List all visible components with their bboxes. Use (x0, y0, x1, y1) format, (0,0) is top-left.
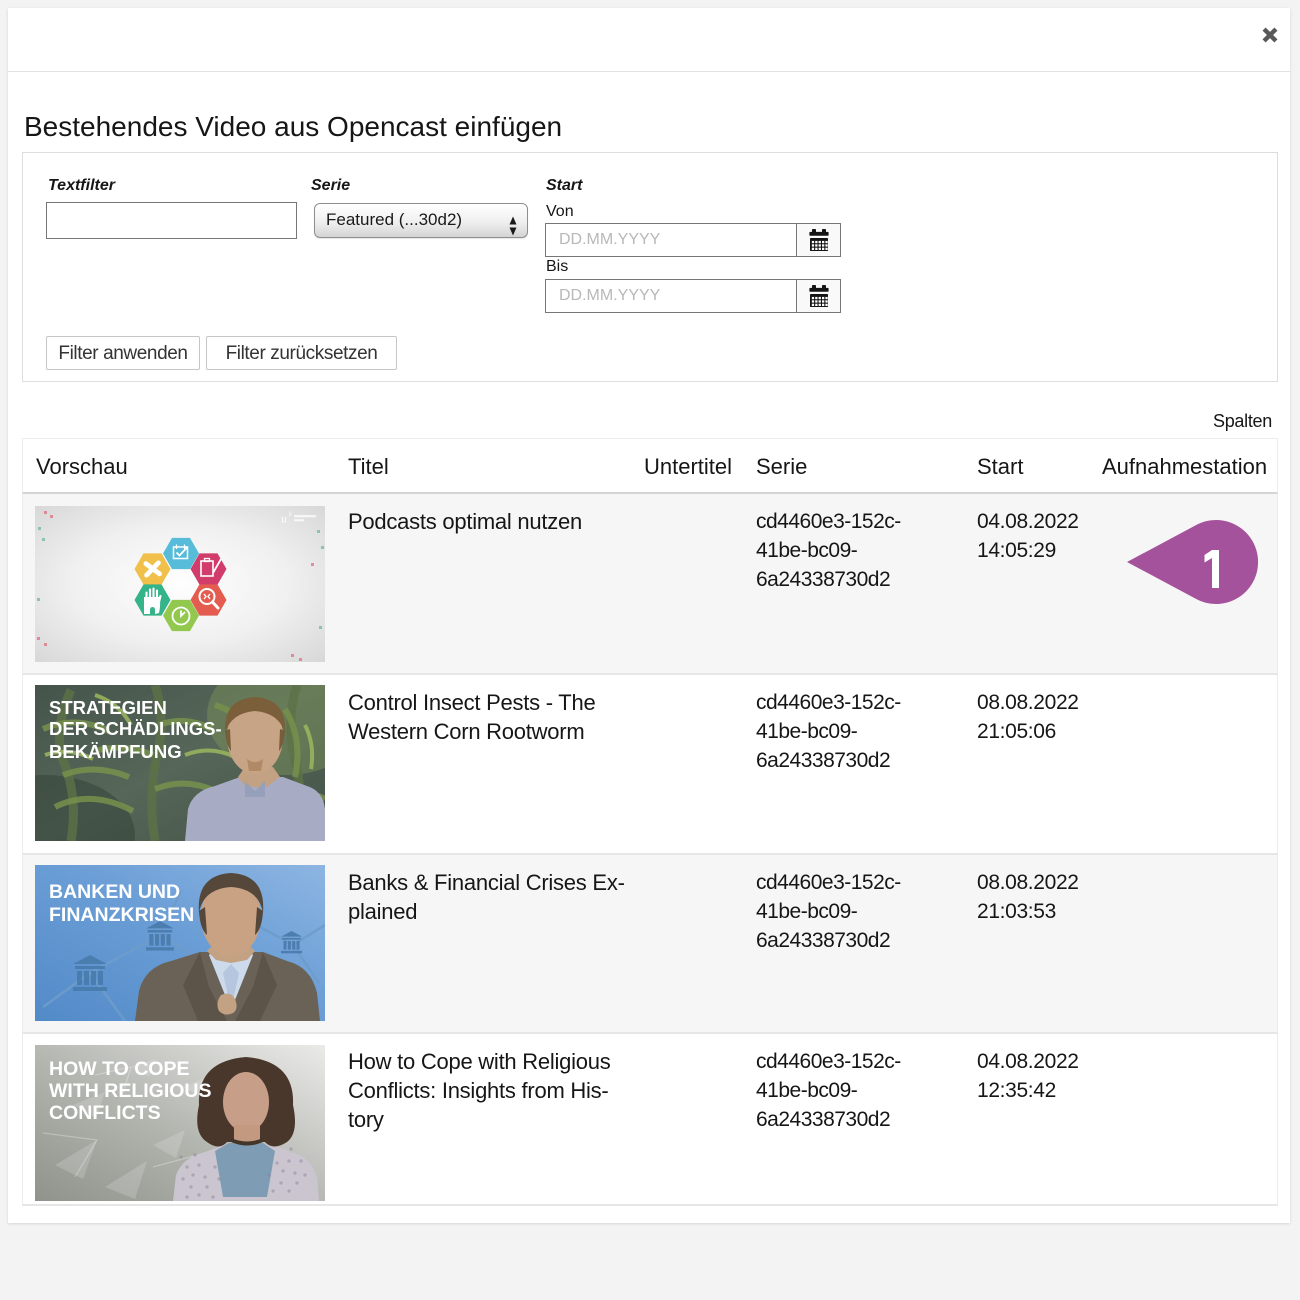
svg-text:BANKEN UND: BANKEN UND (49, 881, 180, 903)
svg-text:DER SCHÄDLINGS-: DER SCHÄDLINGS- (49, 718, 222, 739)
svg-text:STRATEGIEN: STRATEGIEN (49, 697, 167, 718)
svg-text:u: u (281, 512, 287, 526)
svg-text:HOW TO COPE: HOW TO COPE (49, 1058, 189, 1080)
svg-text:BEKÄMPFUNG: BEKÄMPFUNG (49, 741, 182, 762)
svg-text:CONFLICTS: CONFLICTS (49, 1102, 161, 1124)
svg-text:FINANZKRISEN: FINANZKRISEN (49, 904, 194, 926)
svg-text:WITH RELIGIOUS: WITH RELIGIOUS (49, 1080, 212, 1102)
